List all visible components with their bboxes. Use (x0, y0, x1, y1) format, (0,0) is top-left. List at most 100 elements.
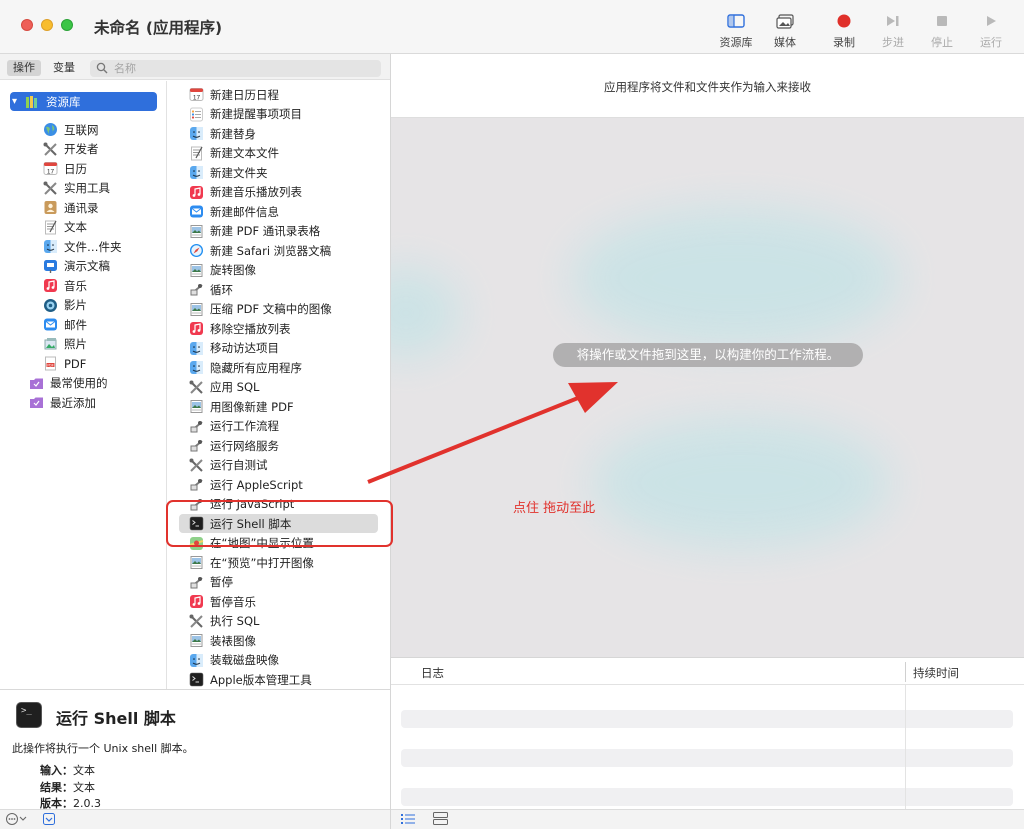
library-item-label: 日历 (64, 161, 87, 176)
action-item[interactable]: 新建音乐播放列表 (188, 183, 302, 202)
action-item[interactable]: 新建替身 (188, 124, 256, 143)
description-text: 此操作将执行一个 Unix shell 脚本。 (12, 742, 194, 755)
action-item[interactable]: 暂停音乐 (188, 592, 256, 611)
action-item[interactable]: 新建提醒事项项目 (188, 105, 302, 124)
action-item[interactable]: 新建文本文件 (188, 144, 279, 163)
search-field[interactable] (90, 60, 381, 77)
action-item[interactable]: 新建邮件信息 (188, 202, 279, 221)
library-item[interactable]: 文本 (42, 218, 87, 237)
stop-toolbar-button[interactable]: 停止 (916, 10, 968, 52)
library-item[interactable]: 互联网 (42, 120, 99, 139)
duration-column-header[interactable]: 持续时间 (913, 665, 959, 681)
action-item[interactable]: 循环 (188, 280, 233, 299)
smart-folder-icon (28, 395, 44, 411)
log-column-header[interactable]: 日志 (421, 665, 444, 681)
action-item[interactable]: 旋转图像 (188, 261, 256, 280)
action-item[interactable]: 在“地图”中显示位置 (188, 534, 314, 553)
preview-icon (188, 555, 204, 571)
library-item-label: 音乐 (64, 278, 87, 293)
action-item[interactable]: 隐藏所有应用程序 (188, 358, 302, 377)
action-item[interactable]: 新建文件夹 (188, 163, 268, 182)
minimize-window-button[interactable] (41, 19, 53, 31)
library-item-label: PDF (64, 356, 87, 371)
tab-variables[interactable]: 变量 (47, 60, 81, 76)
step-toolbar-button[interactable]: 步进 (867, 10, 919, 52)
show-description-icon[interactable] (43, 813, 55, 828)
action-item[interactable]: 用图像新建 PDF (188, 397, 294, 416)
description-title: 运行 Shell 脚本 (56, 709, 176, 728)
action-item[interactable]: 运行 Shell 脚本 (188, 514, 291, 533)
action-item-label: 在“地图”中显示位置 (210, 536, 314, 550)
library-item[interactable]: 开发者 (42, 140, 99, 159)
action-item[interactable]: 运行自测试 (188, 456, 268, 475)
library-root-item[interactable]: ▾ 资源库 (10, 92, 157, 111)
action-item-label: 旋转图像 (210, 263, 256, 277)
library-toolbar-button[interactable]: 资源库 (710, 10, 762, 52)
record-toolbar-button[interactable]: 录制 (818, 10, 870, 52)
action-item-label: 新建 Safari 浏览器文稿 (210, 243, 332, 258)
record-icon (818, 10, 870, 32)
list-view-icon[interactable] (401, 813, 415, 828)
tools-icon (42, 180, 58, 196)
column-separator[interactable] (905, 662, 906, 682)
smart-group-item[interactable]: 最常使用的 (28, 374, 108, 393)
action-item-label: 运行 AppleScript (210, 477, 303, 492)
smart-group-item[interactable]: 最近添加 (28, 393, 96, 412)
search-input[interactable] (114, 60, 374, 77)
close-window-button[interactable] (21, 19, 33, 31)
library-item[interactable]: 邮件 (42, 315, 87, 334)
media-toolbar-button[interactable]: 媒体 (759, 10, 811, 52)
library-item[interactable]: 影片 (42, 296, 87, 315)
split-view-icon[interactable] (433, 812, 448, 828)
action-item-label: 新建文本文件 (210, 146, 279, 160)
action-item[interactable]: 新建 PDF 通讯录表格 (188, 222, 320, 241)
library-item[interactable]: 音乐 (42, 276, 87, 295)
action-item[interactable]: 运行 AppleScript (188, 475, 303, 494)
library-item[interactable]: 照片 (42, 335, 87, 354)
action-item[interactable]: 运行 JavaScript (188, 495, 294, 514)
action-item[interactable]: 移动访达项目 (188, 339, 279, 358)
sidebar-icon (710, 10, 762, 32)
play-icon (965, 10, 1017, 32)
zoom-window-button[interactable] (61, 19, 73, 31)
library-item-label: 演示文稿 (64, 259, 110, 273)
library-item[interactable]: 演示文稿 (42, 257, 110, 276)
action-item-label: 新建替身 (210, 126, 256, 141)
action-item[interactable]: 新建 Safari 浏览器文稿 (188, 241, 331, 260)
action-item-label: 在“预览”中打开图像 (210, 555, 314, 570)
run-toolbar-button[interactable]: 运行 (965, 10, 1017, 52)
step-toolbar-label: 步进 (882, 36, 904, 49)
library-item[interactable]: 17 日历 (42, 159, 87, 178)
music-icon (188, 184, 204, 200)
library-item[interactable]: PDF PDF (42, 354, 86, 373)
action-item[interactable]: 装载磁盘映像 (188, 651, 279, 670)
preview-icon (188, 223, 204, 239)
action-item[interactable]: 应用 SQL (188, 378, 259, 397)
action-item[interactable]: 在“预览”中打开图像 (188, 553, 314, 572)
library-item[interactable]: 通讯录 (42, 198, 99, 217)
library-toolbar-label: 资源库 (719, 36, 753, 49)
action-item[interactable]: 移除空播放列表 (188, 319, 291, 338)
action-item[interactable]: 17 新建日历日程 (188, 85, 279, 104)
music-icon (188, 594, 204, 610)
library-item[interactable]: 文件…件夹 (42, 237, 122, 256)
action-item[interactable]: 暂停 (188, 573, 233, 592)
calendar-icon: 17 (188, 87, 204, 103)
terminal-icon (188, 516, 204, 532)
actions-list: 17 新建日历日程 新建提醒事项项目 新建替身 新建文本文件 新建文件夹 新建音乐播放列表新… (168, 81, 390, 689)
finder-icon (188, 360, 204, 376)
action-item[interactable]: 执行 SQL (188, 612, 259, 631)
tab-actions[interactable]: 操作 (7, 60, 41, 76)
options-menu-icon[interactable] (5, 812, 29, 829)
action-item[interactable]: 装裱图像 (188, 631, 256, 650)
action-item[interactable]: 运行网络服务 (188, 436, 279, 455)
action-item[interactable]: Apple版本管理工具 (188, 670, 312, 689)
workflow-drop-area[interactable]: 将操作或文件拖到这里，以构建你的工作流程。 (391, 118, 1024, 657)
library-list: ▾ 资源库 互联网 开发者 17 日历 实用工具 通讯录 文本 文件…件夹演示文稿音乐影片 邮件… (0, 81, 167, 689)
log-row (401, 788, 1013, 806)
action-item[interactable]: 运行工作流程 (188, 417, 279, 436)
library-item[interactable]: 实用工具 (42, 179, 110, 198)
photo-media-icon (759, 10, 811, 32)
action-item[interactable]: 压缩 PDF 文稿中的图像 (188, 300, 332, 319)
log-table (391, 685, 1024, 809)
